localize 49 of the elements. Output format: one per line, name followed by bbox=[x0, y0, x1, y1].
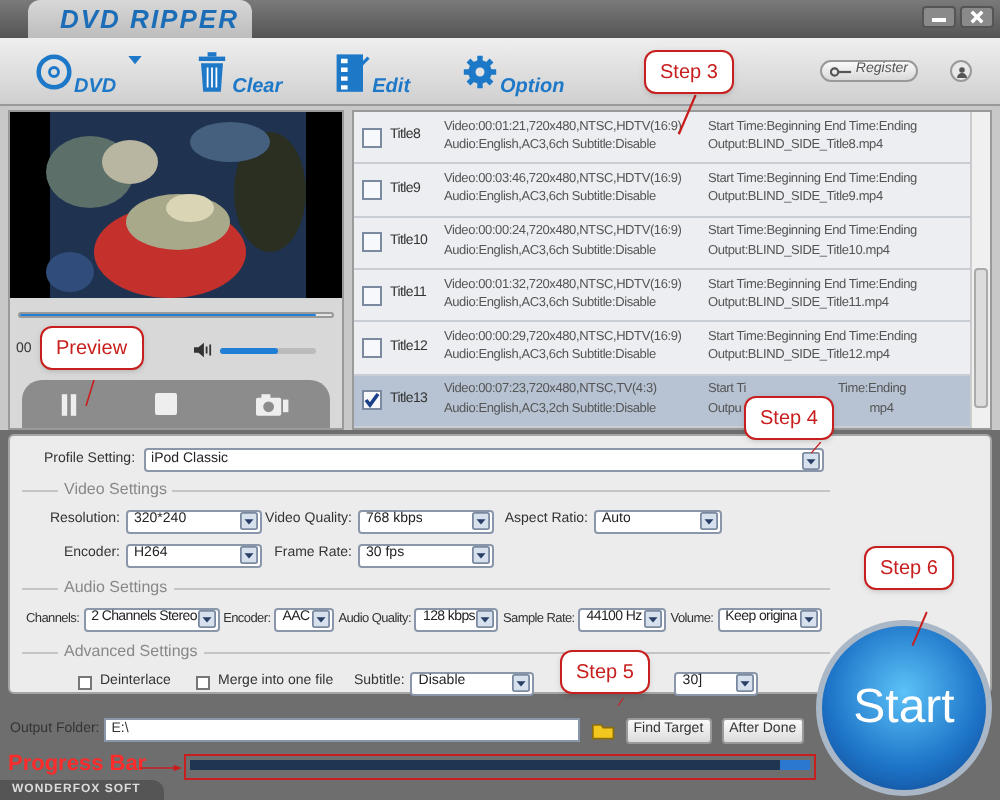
caret-icon[interactable] bbox=[472, 512, 490, 530]
checkbox[interactable] bbox=[362, 179, 382, 200]
volume-slider-fill[interactable] bbox=[220, 347, 278, 353]
caret-icon[interactable] bbox=[240, 546, 258, 564]
checkbox[interactable] bbox=[362, 127, 382, 148]
stop-icon[interactable] bbox=[154, 392, 179, 416]
scrollbar[interactable] bbox=[970, 112, 990, 428]
caret-icon[interactable] bbox=[240, 512, 258, 530]
folder-icon[interactable] bbox=[591, 721, 616, 739]
checkbox[interactable] bbox=[78, 676, 92, 690]
close-button[interactable] bbox=[960, 6, 994, 28]
callout: Step 3 bbox=[644, 50, 734, 94]
film-strip-icon bbox=[334, 49, 371, 93]
checkbox[interactable] bbox=[362, 390, 382, 411]
callout: Step 4 bbox=[744, 396, 834, 440]
caret-icon[interactable] bbox=[801, 451, 820, 469]
check-icon bbox=[364, 392, 380, 409]
caret-icon[interactable] bbox=[700, 512, 718, 530]
checkbox[interactable] bbox=[362, 285, 382, 306]
section-heading: Audio Settings bbox=[62, 576, 170, 600]
checkbox[interactable] bbox=[362, 232, 382, 253]
caret-icon[interactable] bbox=[312, 610, 331, 628]
trash-icon bbox=[194, 49, 231, 93]
user-icon bbox=[955, 65, 967, 77]
key-icon bbox=[829, 65, 852, 77]
caret-icon[interactable] bbox=[197, 610, 216, 628]
callout: Step 6 bbox=[864, 546, 954, 590]
close-icon bbox=[970, 10, 984, 24]
section-heading: Advanced Settings bbox=[62, 640, 200, 664]
caret-icon[interactable] bbox=[512, 674, 531, 692]
pause-icon[interactable] bbox=[60, 391, 79, 417]
checkbox[interactable] bbox=[362, 337, 382, 358]
progress-bar-label: Progress Bar bbox=[8, 754, 147, 776]
app-title: DVD RIPPER bbox=[60, 6, 239, 32]
caret-icon[interactable] bbox=[472, 546, 490, 564]
camera-icon[interactable] bbox=[255, 393, 292, 415]
minimize-button[interactable] bbox=[922, 6, 956, 28]
caret-icon[interactable] bbox=[736, 674, 755, 692]
caret-icon[interactable] bbox=[799, 610, 818, 628]
caret-icon[interactable] bbox=[644, 610, 663, 628]
disc-icon bbox=[36, 49, 72, 93]
callout: Step 5 bbox=[560, 650, 650, 694]
callout: Preview bbox=[40, 326, 144, 370]
checkbox[interactable] bbox=[196, 676, 210, 690]
speaker-icon bbox=[194, 342, 212, 358]
caret-icon[interactable] bbox=[476, 610, 495, 628]
section-heading: Video Settings bbox=[62, 478, 169, 502]
account-button[interactable] bbox=[950, 60, 972, 82]
caret-icon bbox=[128, 55, 143, 65]
